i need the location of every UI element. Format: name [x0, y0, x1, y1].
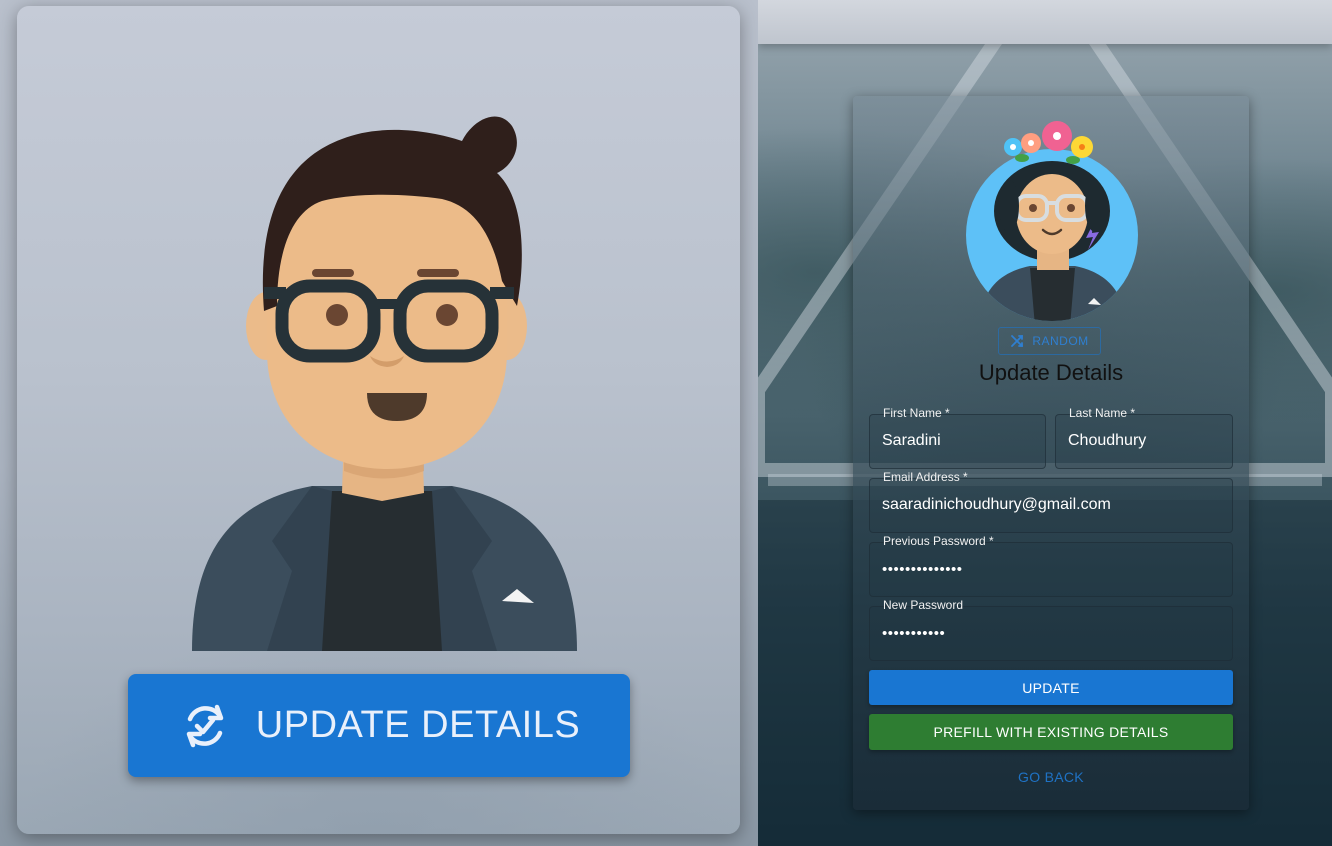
last-name-field[interactable]: Last Name *: [1055, 406, 1233, 469]
top-bar: [758, 0, 1332, 44]
previous-password-label: Previous Password *: [883, 534, 994, 548]
update-details-form: RANDOM Update Details First Name * Last …: [853, 96, 1249, 810]
male-avatar-image: [192, 116, 577, 651]
update-button[interactable]: UPDATE: [869, 670, 1233, 705]
shuffle-icon: [1011, 335, 1024, 347]
new-password-label: New Password: [883, 598, 964, 612]
random-avatar-button[interactable]: RANDOM: [998, 327, 1101, 355]
prefill-button[interactable]: PREFILL WITH EXISTING DETAILS: [869, 714, 1233, 750]
first-name-input[interactable]: [882, 432, 1033, 450]
first-name-label: First Name *: [883, 406, 950, 420]
previous-password-field[interactable]: Previous Password * ••••••••••••••: [869, 534, 1233, 597]
avatar-preview-card: UPDATE DETAILS: [17, 6, 740, 834]
go-back-link[interactable]: GO BACK: [853, 768, 1249, 786]
form-title: Update Details: [978, 360, 1124, 385]
update-details-button[interactable]: UPDATE DETAILS: [128, 674, 630, 777]
new-password-input[interactable]: •••••••••••: [882, 625, 1191, 642]
female-avatar-image: [966, 121, 1138, 321]
email-input[interactable]: [882, 496, 1192, 514]
first-name-field[interactable]: First Name *: [869, 406, 1046, 469]
new-password-field[interactable]: New Password •••••••••••: [869, 598, 1233, 661]
update-details-label: UPDATE DETAILS: [255, 704, 581, 746]
sync-check-icon: [186, 704, 224, 747]
email-field[interactable]: Email Address *: [869, 470, 1233, 533]
last-name-input[interactable]: [1068, 432, 1220, 450]
last-name-label: Last Name *: [1069, 406, 1136, 420]
email-label: Email Address *: [883, 470, 968, 484]
previous-password-input[interactable]: ••••••••••••••: [882, 561, 1191, 578]
random-button-label: RANDOM: [1032, 334, 1089, 348]
